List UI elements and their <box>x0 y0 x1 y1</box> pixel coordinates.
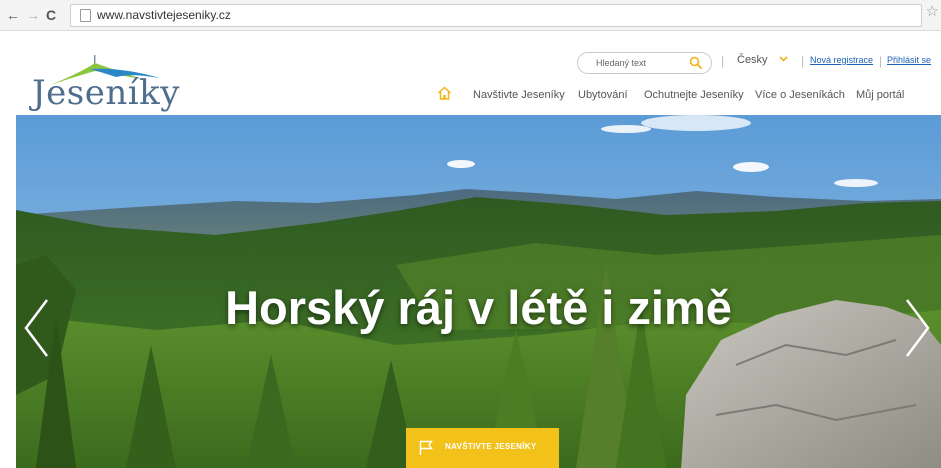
hero-headline: Horský ráj v létě i zimě <box>225 281 732 334</box>
flag-icon <box>419 440 433 455</box>
search-box[interactable] <box>577 52 712 74</box>
reload-button[interactable]: C <box>46 7 56 23</box>
language-selector[interactable]: Česky <box>737 54 768 66</box>
nav-item-visit[interactable]: Navštivte Jeseníky <box>473 89 565 101</box>
visit-jeseniky-button[interactable]: NAVŠTIVTE JESENÍKY <box>406 428 559 468</box>
separator: | <box>879 54 883 68</box>
hero-slider: Horský ráj v létě i zimě NAVŠTIVTE JESEN… <box>16 115 941 468</box>
address-url[interactable]: www.navstivtejeseniky.cz <box>97 8 231 22</box>
site-header: Jeseníky | Česky | Nová registrace | Při… <box>0 31 941 115</box>
login-link[interactable]: Přihlásit se <box>887 55 931 65</box>
nav-item-more-about[interactable]: Více o Jeseníkách <box>755 89 845 101</box>
chevron-down-icon[interactable] <box>779 56 788 62</box>
back-button[interactable]: ← <box>6 7 20 23</box>
bookmark-star-icon[interactable]: ☆ <box>926 4 939 20</box>
nav-item-my-portal[interactable]: Můj portál <box>856 89 904 101</box>
register-link[interactable]: Nová registrace <box>810 55 873 65</box>
page-icon <box>80 9 91 22</box>
main-navigation: Navštivte Jeseníky Ubytování Ochutnejte … <box>0 86 941 109</box>
forward-button[interactable]: → <box>26 7 40 23</box>
cta-label: NAVŠTIVTE JESENÍKY <box>445 442 537 451</box>
home-icon[interactable] <box>437 86 452 100</box>
search-input[interactable] <box>596 56 686 70</box>
chevron-right-icon[interactable] <box>905 298 931 358</box>
separator: | <box>801 54 805 68</box>
search-icon[interactable] <box>689 56 702 69</box>
browser-toolbar: ← → C www.navstivtejeseniky.cz ☆ <box>0 0 941 31</box>
nav-item-taste[interactable]: Ochutnejte Jeseníky <box>644 89 744 101</box>
chevron-left-icon[interactable] <box>23 298 49 358</box>
address-bar[interactable]: www.navstivtejeseniky.cz <box>70 4 922 27</box>
nav-item-accommodation[interactable]: Ubytování <box>578 89 628 101</box>
separator: | <box>721 54 725 68</box>
